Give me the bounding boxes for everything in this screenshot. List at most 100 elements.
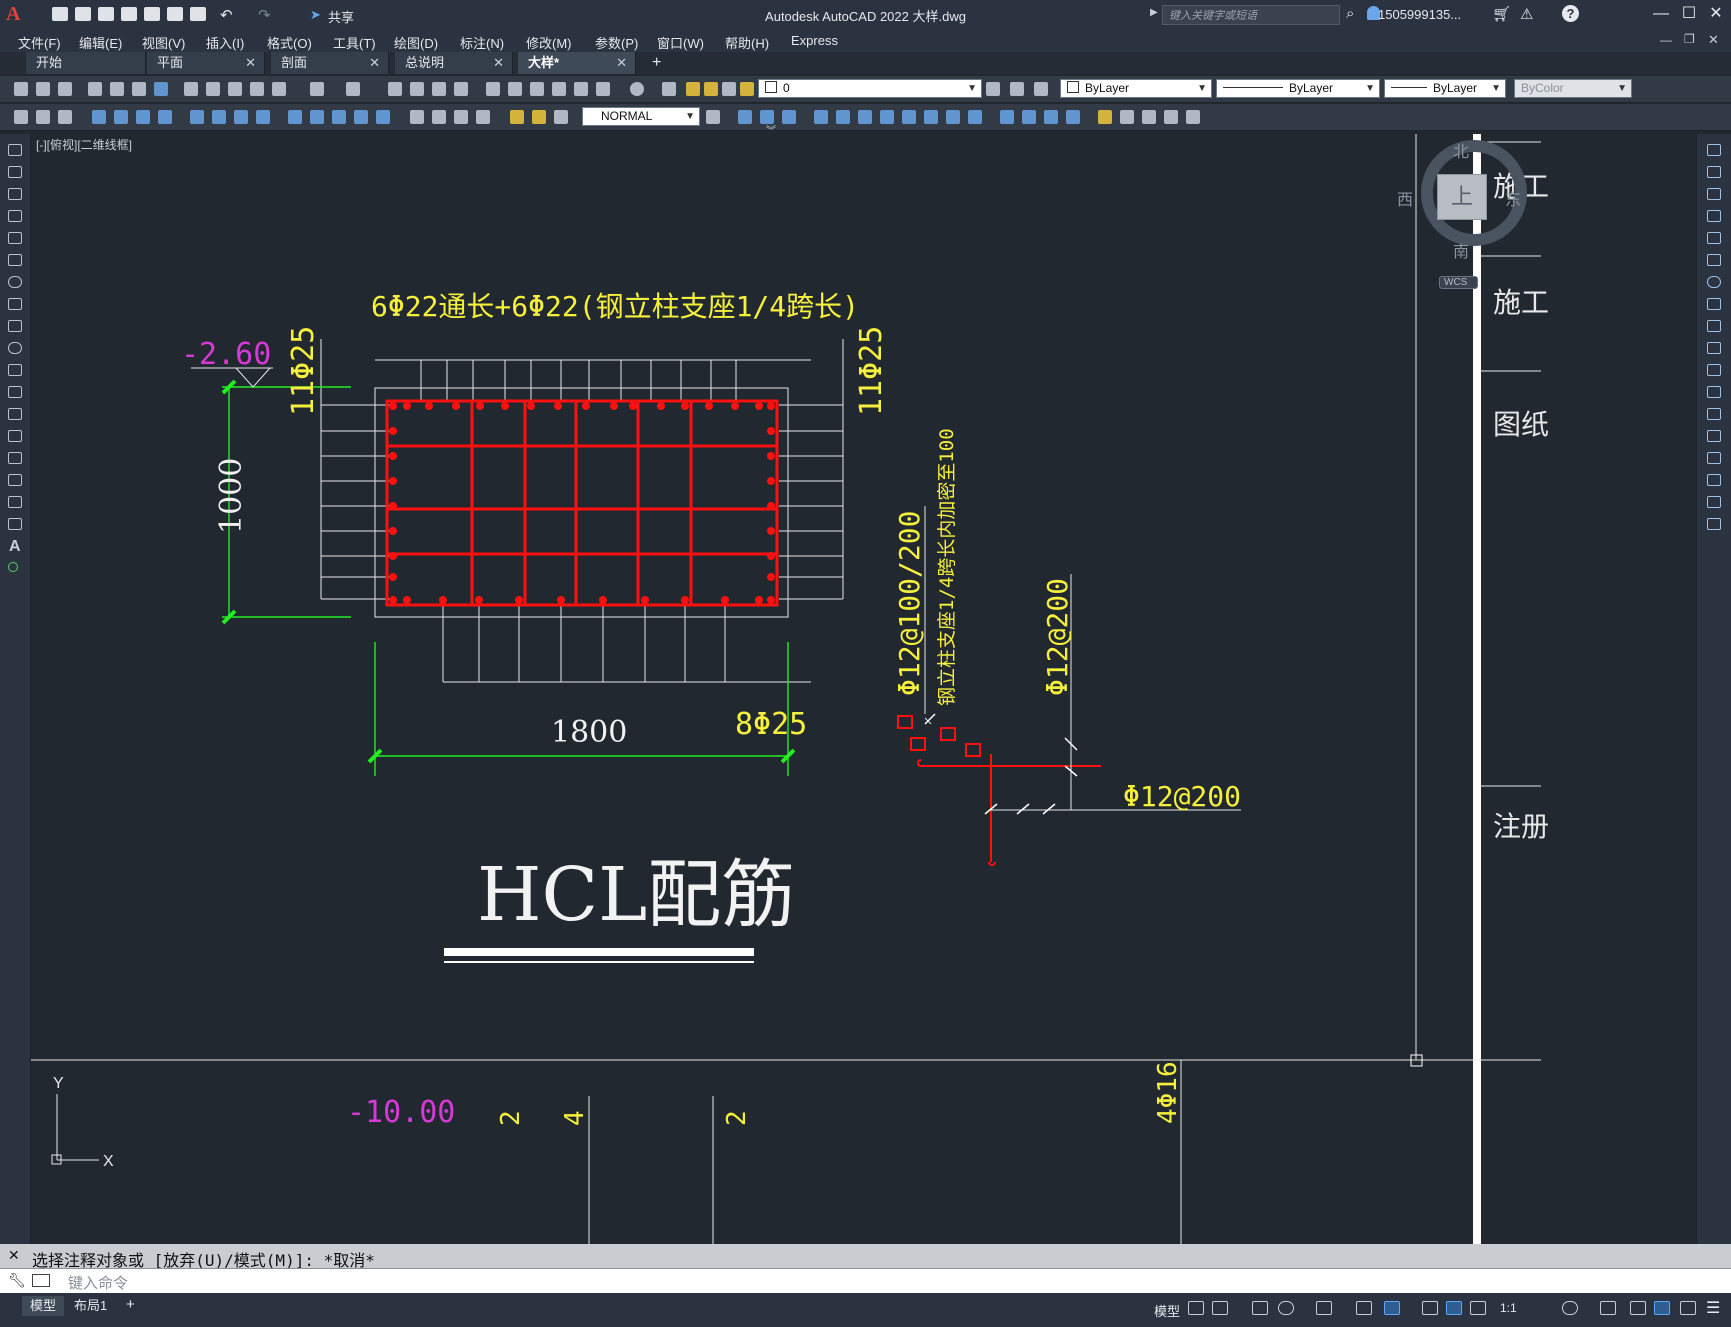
baseline-dim-icon[interactable] (310, 110, 324, 124)
jogged-dim-icon[interactable] (212, 110, 226, 124)
object-snap-tracking-icon[interactable] (1356, 1301, 1372, 1315)
arc-length-icon[interactable] (136, 110, 150, 124)
search-input[interactable]: 键入关键字或短语 (1162, 5, 1340, 25)
layer-freeze-icon[interactable] (704, 82, 718, 96)
dim-style-manager-icon[interactable] (706, 110, 720, 124)
customization-menu-icon[interactable]: ☰ (1706, 1298, 1720, 1318)
stretch-icon[interactable] (1707, 320, 1721, 332)
radius-dim-icon[interactable] (190, 110, 204, 124)
line-icon[interactable] (8, 144, 22, 156)
group-icon[interactable] (1142, 110, 1156, 124)
dim-edit-icon[interactable] (36, 110, 50, 124)
zoom-previous-icon[interactable] (454, 82, 468, 96)
annotation-scale[interactable]: 1:1 (1500, 1301, 1517, 1315)
match-properties-icon[interactable] (250, 82, 264, 96)
layer-vp-freeze-icon[interactable] (722, 82, 736, 96)
extend-icon[interactable] (968, 110, 982, 124)
jogged-linear-icon[interactable] (476, 110, 490, 124)
markup-icon[interactable] (574, 82, 588, 96)
new-icon[interactable] (14, 82, 28, 96)
add-selected-icon[interactable] (8, 562, 18, 572)
rotate-icon[interactable] (1707, 276, 1721, 288)
clean-screen-icon[interactable] (1680, 1301, 1696, 1315)
explode-icon[interactable] (1707, 518, 1721, 530)
array-icon[interactable] (836, 110, 850, 124)
offset-icon[interactable] (1707, 210, 1721, 222)
units-icon[interactable] (1630, 1301, 1646, 1315)
scale-icon[interactable] (902, 110, 916, 124)
layer-state-icon[interactable] (1034, 82, 1048, 96)
offset-icon[interactable] (814, 110, 828, 124)
mirror-icon[interactable] (1707, 188, 1721, 200)
menu-draw[interactable]: 绘图(D) (394, 33, 438, 52)
polar-tracking-icon[interactable] (1278, 1301, 1294, 1315)
sheet-set-icon[interactable] (552, 82, 566, 96)
autodesk-app-icon[interactable]: ⚠︎ (1520, 5, 1533, 23)
erase-icon[interactable] (1707, 144, 1721, 156)
plot-icon[interactable] (88, 82, 102, 96)
open-icon[interactable] (36, 82, 50, 96)
lineweight-icon[interactable] (1422, 1301, 1438, 1315)
rotate-icon[interactable] (880, 110, 894, 124)
center-mark-icon[interactable] (432, 110, 446, 124)
publish-icon[interactable] (132, 82, 146, 96)
add-layout-button[interactable]: + (126, 1296, 135, 1313)
fillet-icon[interactable] (1066, 110, 1080, 124)
wcs-menu[interactable]: WCS (1439, 276, 1479, 289)
move-icon[interactable] (858, 110, 872, 124)
erase-icon[interactable] (738, 110, 752, 124)
close-button[interactable]: ✕ (1703, 3, 1729, 25)
tab-start[interactable]: 开始 (26, 52, 146, 74)
viewcube-north[interactable]: 北 (1453, 138, 1469, 162)
polygon-icon[interactable] (8, 210, 22, 222)
viewcube-south[interactable]: 南 (1453, 238, 1469, 262)
angular-dim-icon[interactable] (256, 110, 270, 124)
annotation-monitor-icon[interactable] (1600, 1301, 1616, 1315)
isodraft-icon[interactable] (1316, 1301, 1332, 1315)
layer-dropdown[interactable]: 0 ▼ (758, 79, 982, 98)
menu-file[interactable]: 文件(F) (18, 33, 61, 52)
block-editor-icon[interactable] (272, 82, 286, 96)
menu-insert[interactable]: 插入(I) (206, 33, 244, 52)
tab-plan[interactable]: 平面 ✕ (147, 52, 265, 74)
object-snap-icon[interactable] (1384, 1301, 1400, 1315)
properties-icon[interactable] (486, 82, 500, 96)
ellipse-icon[interactable] (8, 342, 22, 354)
doc-restore-icon[interactable]: ❐ (1684, 32, 1695, 46)
ribbon-expand-icon[interactable]: ︾ (766, 122, 776, 137)
spline-icon[interactable] (8, 320, 22, 332)
array-icon[interactable] (1707, 232, 1721, 244)
move-icon[interactable] (1707, 254, 1721, 266)
quick-dimension-icon[interactable] (14, 110, 28, 124)
menu-edit[interactable]: 编辑(E) (79, 33, 122, 52)
menu-parametric[interactable]: 参数(P) (595, 33, 638, 52)
tab-detail[interactable]: 大样* ✕ (518, 52, 636, 74)
dim-text-edit-icon[interactable] (532, 110, 546, 124)
command-input[interactable]: 键入命令 (68, 1272, 128, 1293)
extend-icon[interactable] (1707, 364, 1721, 376)
search-expand-icon[interactable]: ▶ (1150, 7, 1158, 18)
circle-icon[interactable] (8, 276, 22, 288)
layer-properties-icon[interactable] (662, 82, 676, 96)
dim-space-icon[interactable] (354, 110, 368, 124)
pan-icon[interactable] (388, 82, 402, 96)
tab-model[interactable]: 模型 (22, 1296, 65, 1316)
redo-icon[interactable] (346, 82, 360, 96)
snap-icon[interactable] (1212, 1301, 1228, 1315)
break-icon[interactable] (1707, 408, 1721, 420)
break-icon[interactable] (1000, 110, 1014, 124)
workspace-gear-icon[interactable] (1562, 1301, 1578, 1315)
undo-icon[interactable] (310, 82, 324, 96)
ordinate-dim-icon[interactable] (158, 110, 172, 124)
viewcube-east[interactable]: 东 (1505, 186, 1521, 210)
explode-icon[interactable] (1098, 110, 1112, 124)
continue-dim-icon[interactable] (332, 110, 346, 124)
lineweight-dropdown[interactable]: ByLayer ▼ (1384, 79, 1506, 98)
revision-cloud-icon[interactable] (8, 298, 22, 310)
command-input-bar[interactable]: 🔧︎ 键入命令 (0, 1268, 1731, 1293)
layer-on-icon[interactable] (686, 82, 700, 96)
recent-commands-icon[interactable] (32, 1274, 50, 1287)
join-icon[interactable] (1707, 430, 1721, 442)
region-icon[interactable] (8, 496, 22, 508)
cart-icon[interactable]: 🛒︎ (1492, 5, 1511, 23)
